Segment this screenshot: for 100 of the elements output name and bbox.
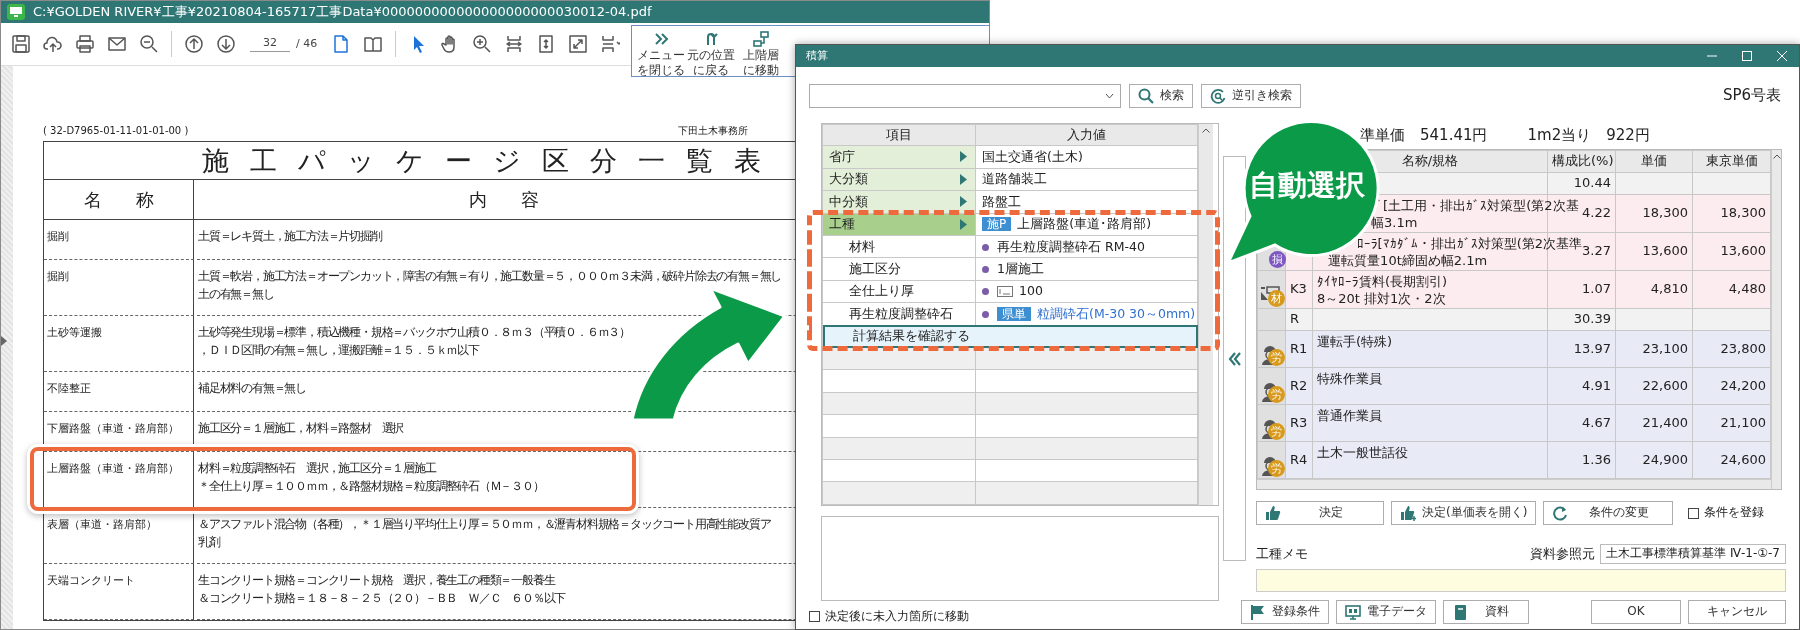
item-name: 運転手(特殊) <box>1317 333 1393 350</box>
item-name: 土木一般世話役 <box>1317 444 1408 461</box>
item-code: R <box>1290 311 1300 327</box>
column-header: 構成比(%) <box>1547 150 1616 173</box>
item-content: 土の有無＝無し <box>198 286 274 303</box>
price-value: 24,200 <box>1720 377 1766 393</box>
save-icon[interactable] <box>11 34 31 54</box>
dialog-button[interactable]: キャンセル <box>1688 600 1786 624</box>
document-title: 施工パッケージ区分一覧表 <box>202 145 782 176</box>
item-value: 路盤工 <box>982 193 1021 209</box>
item-code: R4 <box>1290 451 1308 467</box>
search-button[interactable]: 検索 <box>1129 84 1193 108</box>
row-pointer-icon <box>1 336 7 346</box>
price-value: 4,480 <box>1728 281 1766 297</box>
category-badge: 労 <box>1268 423 1285 440</box>
dialog-button[interactable]: 決定(単価表を開く) <box>1391 501 1537 525</box>
menu-button[interactable]: 元の位置 に戻る <box>686 30 736 76</box>
category-tag: 県単 <box>997 306 1031 321</box>
item-content: 生コンクリート規格＝コンクリート規格 選択，養生工の種類＝一般養生 <box>198 572 555 589</box>
item-value: 道路舗装工 <box>982 171 1047 187</box>
fit-width-icon[interactable] <box>600 34 621 54</box>
price-value: 13,600 <box>1642 243 1688 259</box>
thumbs-up-plus-icon <box>1400 505 1416 521</box>
dialog-button[interactable]: 登録条件 <box>1241 600 1329 624</box>
item-name: 上層路盤（車道・路肩部） <box>47 461 179 476</box>
expand-triangle-icon <box>960 196 967 208</box>
price-value: 24,600 <box>1720 451 1766 467</box>
item-content: 乳剤 <box>198 534 220 551</box>
dialog-button[interactable]: OK <box>1591 600 1681 624</box>
memo-field[interactable] <box>1256 569 1786 592</box>
item-value: 1層施工 <box>997 261 1044 276</box>
column-header: 名称 <box>44 180 194 219</box>
result-check-row[interactable]: 計算結果を確認する <box>822 325 1198 348</box>
scrollbar[interactable] <box>1771 150 1781 489</box>
horizontal-scrollbar[interactable] <box>1257 479 1771 489</box>
category-badge: 労 <box>1268 460 1285 477</box>
caret-icon <box>1105 93 1114 99</box>
price-value: 22,600 <box>1642 377 1688 393</box>
two-page-icon[interactable] <box>363 34 384 54</box>
item-content: 土質＝軟岩，施工方法＝オープンカット，障害の有無＝有り，施工数量＝５，０００ｍ３未満，破砕片除去の有無＝無し <box>198 268 782 285</box>
item-label[interactable]: 工種 <box>822 213 976 236</box>
page-number-field[interactable]: 32 <box>250 36 290 52</box>
item-value[interactable]: 粒調砕石(M-30 30～0mm) <box>1037 305 1196 321</box>
fit-width-icon[interactable] <box>504 34 525 54</box>
mail-icon[interactable] <box>107 34 127 54</box>
ratio-value: 4.67 <box>1582 414 1611 430</box>
price-value: 4,810 <box>1650 281 1688 297</box>
table-code: SP6号表 <box>1722 86 1781 106</box>
item-value: 上層路盤(車道･路肩部) <box>1017 216 1151 231</box>
dialog-button[interactable]: 条件の変更 <box>1543 501 1674 525</box>
ratio-value: 3.27 <box>1582 243 1611 259</box>
menu-button[interactable]: 上階層 に移動 <box>736 30 786 76</box>
ratio-value: 4.22 <box>1582 205 1611 221</box>
checkbox[interactable] <box>1688 507 1700 519</box>
dialog-button[interactable]: 資料 <box>1443 600 1529 624</box>
dialog-button[interactable]: 電子データ <box>1336 600 1436 624</box>
item-value: 国土交通省(土木) <box>982 148 1083 164</box>
window-title: C:¥GOLDEN RIVER¥工事¥20210804-165717工事Data¥000000000000000000000030012-04.pdf <box>33 3 652 21</box>
menu-button[interactable]: メニュー を閉じる <box>636 30 686 76</box>
upload-icon[interactable] <box>43 34 63 54</box>
item-name: 下層路盤（車道・路肩部） <box>47 421 179 436</box>
item-content: ＊全仕上り厚＝１００ｍｍ，＆路盤材規格＝粒度調整砕石（Ｍ－３０） <box>198 478 544 495</box>
print-icon[interactable] <box>75 34 95 54</box>
item-name: 幅3.1m <box>1371 214 1418 231</box>
item-code: R3 <box>1290 414 1308 430</box>
scrollbar[interactable] <box>1198 124 1213 505</box>
collapse-panel[interactable] <box>1223 156 1246 561</box>
reference-label: 資料参照元 <box>1530 545 1596 563</box>
checkbox[interactable] <box>809 611 820 623</box>
book-icon <box>1452 604 1468 620</box>
close-icon[interactable] <box>1775 50 1788 62</box>
fullscreen-icon[interactable] <box>568 34 589 54</box>
checkbox-label: 決定後に未入力箇所に移動 <box>825 609 969 625</box>
item-content: 材料＝粒度調整砕石 選択，施工区分＝１層施工 <box>198 460 436 477</box>
maximize-icon[interactable] <box>1740 50 1753 62</box>
dialog-button[interactable]: 決定 <box>1256 501 1384 525</box>
item-content: ＆アスファルト混合物（各種），＊１層当り平均仕上り厚＝５０ｍｍ，＆瀝青材料規格＝タックコート用高性能改質ア <box>198 516 771 533</box>
item-name: 普通作業員 <box>1317 407 1382 424</box>
expand-triangle-icon <box>960 151 967 163</box>
price-value: 24,900 <box>1642 451 1688 467</box>
item-content: 施工区分＝１層施工，材料＝路盤材 選択 <box>198 420 404 437</box>
office-name: 下田土木事務所 <box>678 124 748 137</box>
zoom-out-icon[interactable] <box>139 34 159 54</box>
category-badge: 損 <box>1269 251 1286 268</box>
item-name: 特殊作業員 <box>1317 370 1382 387</box>
ratio-value: 13.97 <box>1573 340 1611 356</box>
item-content: ，ＤＩＤ区間の有無＝無し，運搬距離＝１５．５ｋｍ以下 <box>198 342 479 359</box>
ratio-value: 30.39 <box>1573 311 1611 327</box>
item-content: ＆コンクリート規格＝１８－８－２５（２０）－ＢＢ Ｗ／Ｃ ６０％以下 <box>198 590 566 607</box>
price-value: 21,100 <box>1720 414 1766 430</box>
column-header: 単価 <box>1615 150 1693 173</box>
bullet-icon <box>982 266 989 273</box>
reverse-search-button[interactable]: 逆引き検索 <box>1201 84 1301 108</box>
item-label[interactable]: 大分類 <box>822 168 976 191</box>
expand-triangle-icon <box>960 218 967 230</box>
category-badge: 労 <box>1268 349 1285 366</box>
zoom-in-icon[interactable] <box>472 34 493 54</box>
item-label[interactable]: 省庁 <box>822 145 976 169</box>
unit-price-text: 準単価 541.41円 <box>1360 126 1488 146</box>
item-name: 不陸整正 <box>47 381 91 396</box>
